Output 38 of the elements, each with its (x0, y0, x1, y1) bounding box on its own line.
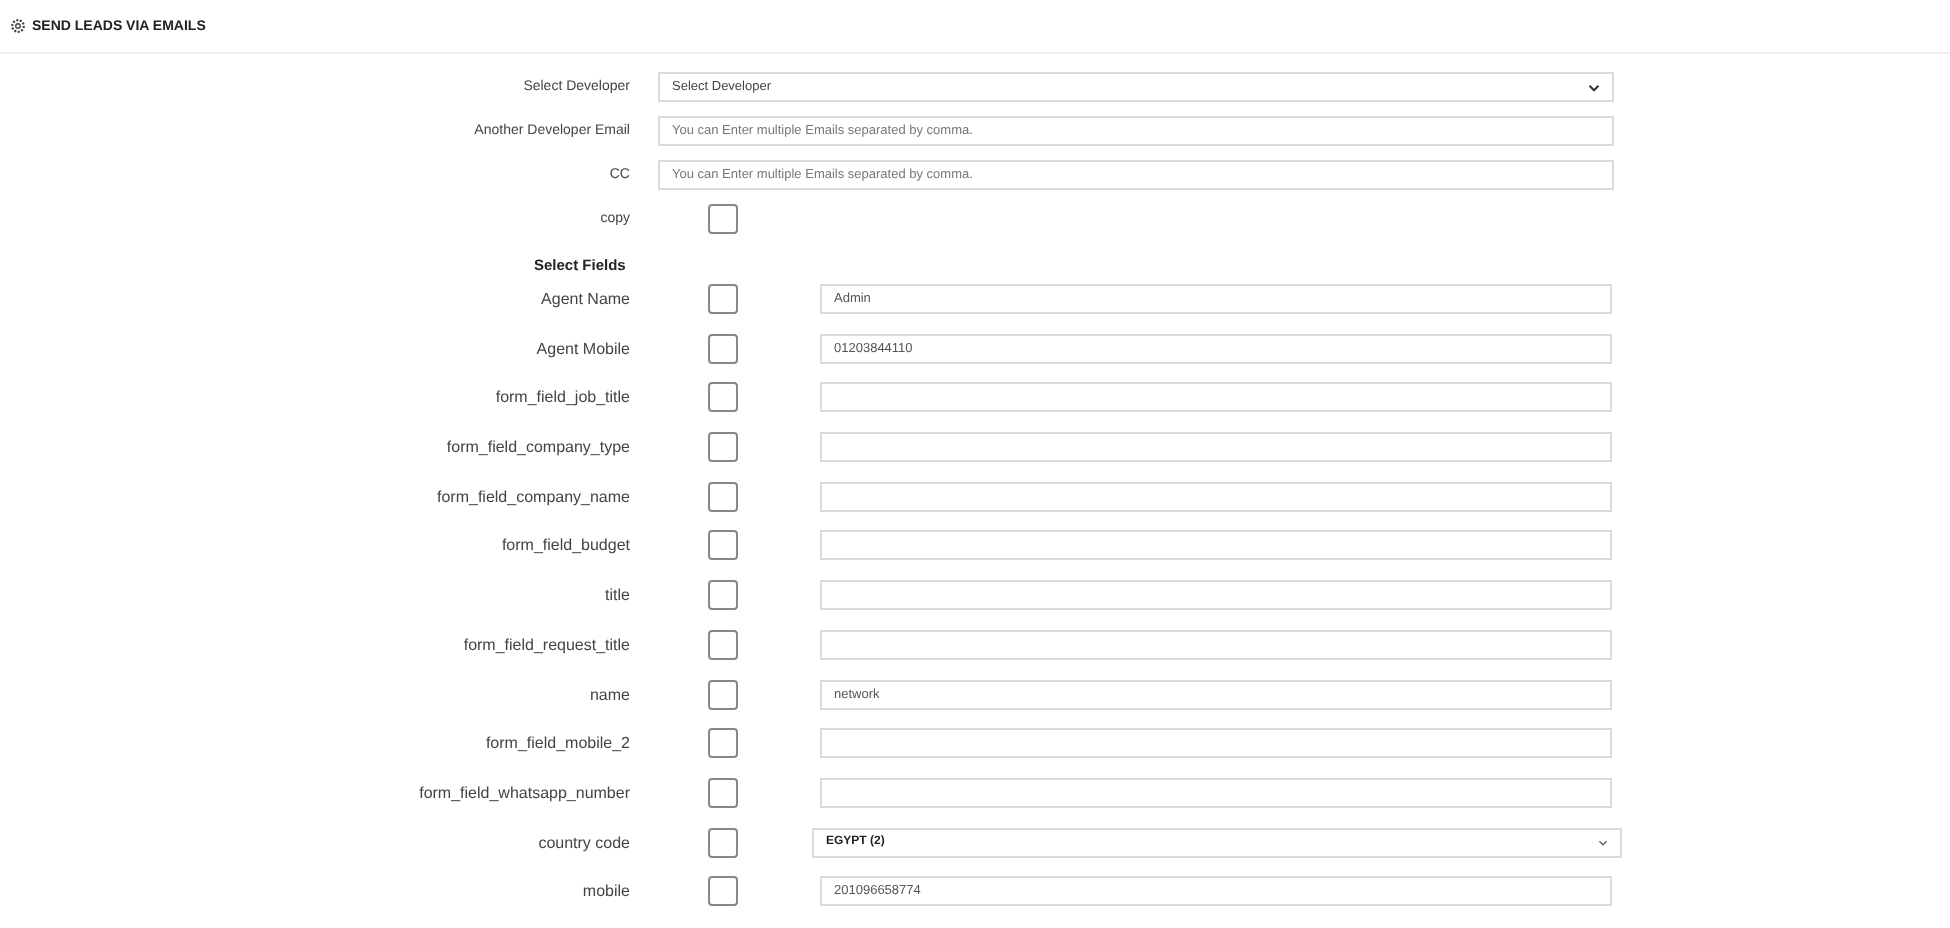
checkbox[interactable] (708, 530, 738, 561)
field-label: form_field_request_title (461, 635, 630, 654)
input-field[interactable] (820, 728, 1612, 759)
input-field[interactable] (820, 777, 1612, 808)
checkbox[interactable] (708, 629, 738, 660)
chevron-down-icon (1588, 83, 1600, 91)
checkbox[interactable] (708, 382, 738, 413)
field-label: form_field_company_name (435, 487, 630, 506)
checkbox[interactable] (708, 333, 738, 364)
field-label: form_field_company_type (444, 438, 630, 457)
field-label: form_field_whatsapp_number (417, 783, 630, 802)
checkbox[interactable] (708, 432, 738, 463)
checkbox[interactable] (708, 777, 738, 808)
input-field[interactable] (820, 481, 1612, 512)
field-label: Agent Mobile (534, 339, 630, 358)
field-label: title (603, 586, 630, 605)
input-field[interactable] (820, 432, 1612, 463)
field-label: form_field_job_title (493, 388, 630, 407)
field-label: form_field_mobile_2 (483, 734, 630, 753)
field-label: form_field_budget (499, 536, 630, 555)
input-field[interactable] (820, 629, 1612, 660)
field-label: name (587, 685, 630, 703)
field-label: country code (536, 833, 630, 852)
checkbox[interactable] (708, 580, 738, 611)
checkbox[interactable] (708, 679, 738, 709)
chevron-down-icon (1598, 839, 1608, 846)
input-field[interactable] (820, 580, 1612, 611)
checkbox[interactable] (708, 827, 738, 858)
settings-icon (10, 18, 26, 34)
input-field[interactable] (820, 530, 1612, 561)
checkbox[interactable] (708, 481, 738, 512)
input-field[interactable] (820, 382, 1612, 413)
checkbox[interactable] (708, 728, 738, 759)
field-label: mobile (580, 882, 630, 901)
field-label: Agent Name (539, 290, 630, 308)
checkbox[interactable] (708, 204, 738, 234)
checkbox[interactable] (708, 876, 738, 907)
checkbox[interactable] (708, 284, 738, 314)
